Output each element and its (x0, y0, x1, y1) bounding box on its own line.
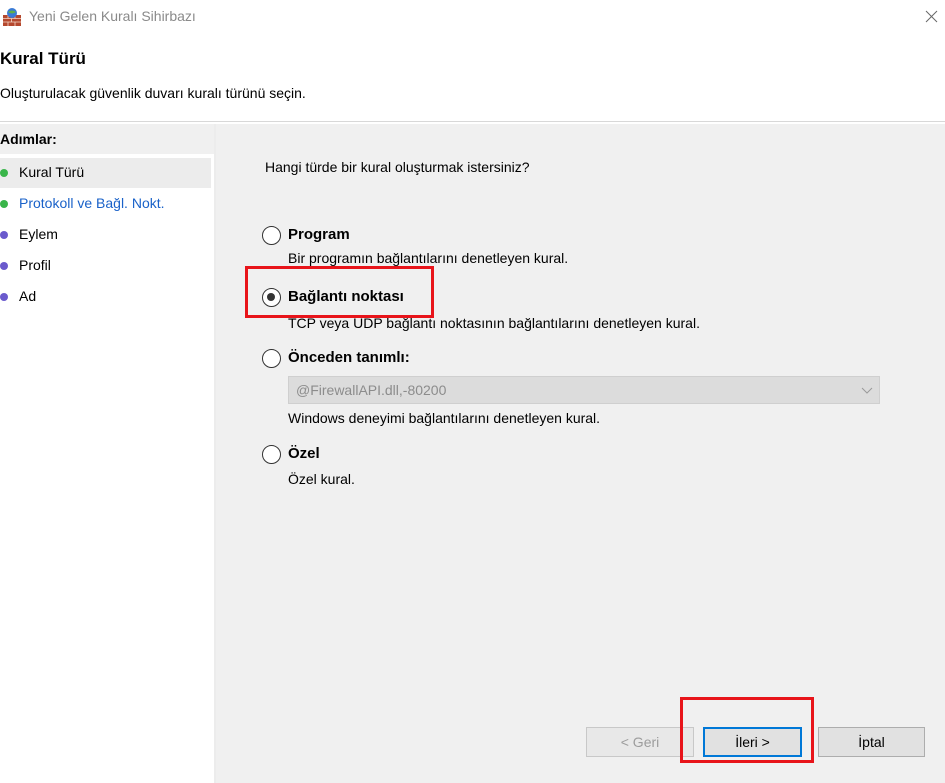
wizard-header: Kural Türü Oluşturulacak güvenlik duvarı… (0, 36, 945, 122)
port-description: TCP veya UDP bağlantı noktasının bağlant… (288, 315, 700, 331)
predefined-select-value: @FirewallAPI.dll,-80200 (296, 382, 447, 398)
chevron-down-icon (861, 387, 873, 394)
custom-label[interactable]: Özel (288, 445, 320, 462)
step-label: Profil (19, 257, 51, 273)
program-radio[interactable] (262, 226, 281, 245)
steps-panel: Adımlar: Kural Türü Protokoll ve Bağl. N… (0, 124, 214, 783)
firewall-wall-icon (3, 8, 21, 26)
predefined-radio[interactable] (262, 349, 281, 368)
step-status-icon (0, 262, 8, 270)
port-radio[interactable] (262, 288, 281, 307)
page-description: Oluşturulacak güvenlik duvarı kuralı tür… (0, 85, 306, 101)
step-status-icon (0, 169, 8, 177)
close-icon[interactable] (918, 6, 944, 28)
step-eylem[interactable]: Eylem (0, 220, 211, 250)
rule-type-question: Hangi türde bir kural oluşturmak istersi… (265, 159, 530, 175)
steps-title: Adımlar: (0, 124, 214, 154)
predefined-label[interactable]: Önceden tanımlı: (288, 349, 410, 366)
step-ad[interactable]: Ad (0, 282, 211, 312)
step-label: Kural Türü (19, 164, 85, 180)
next-button[interactable]: İleri > (703, 727, 802, 757)
step-status-icon (0, 231, 8, 239)
step-protokol[interactable]: Protokoll ve Bağl. Nokt. (0, 189, 211, 219)
step-status-icon (0, 200, 8, 208)
cancel-button[interactable]: İptal (818, 727, 925, 757)
custom-radio[interactable] (262, 445, 281, 464)
step-kural-turu[interactable]: Kural Türü (0, 158, 211, 188)
predefined-description: Windows deneyimi bağlantılarını denetley… (288, 410, 601, 426)
title-bar: Yeni Gelen Kuralı Sihirbazı (0, 0, 945, 36)
page-title: Kural Türü (0, 49, 86, 68)
main-panel: Hangi türde bir kural oluşturmak istersi… (216, 124, 945, 783)
window-title: Yeni Gelen Kuralı Sihirbazı (29, 8, 196, 24)
step-label: Eylem (19, 226, 58, 242)
step-label: Protokoll ve Bağl. Nokt. (19, 195, 165, 211)
program-label[interactable]: Program (288, 226, 350, 243)
step-profil[interactable]: Profil (0, 251, 211, 281)
program-description: Bir programın bağlantılarını denetleyen … (288, 250, 569, 266)
custom-description: Özel kural. (288, 471, 355, 487)
step-label: Ad (19, 288, 37, 304)
port-label[interactable]: Bağlantı noktası (288, 288, 404, 305)
step-status-icon (0, 293, 8, 301)
back-button[interactable]: < Geri (586, 727, 694, 757)
header-divider (0, 121, 945, 122)
predefined-select[interactable]: @FirewallAPI.dll,-80200 (288, 376, 880, 404)
